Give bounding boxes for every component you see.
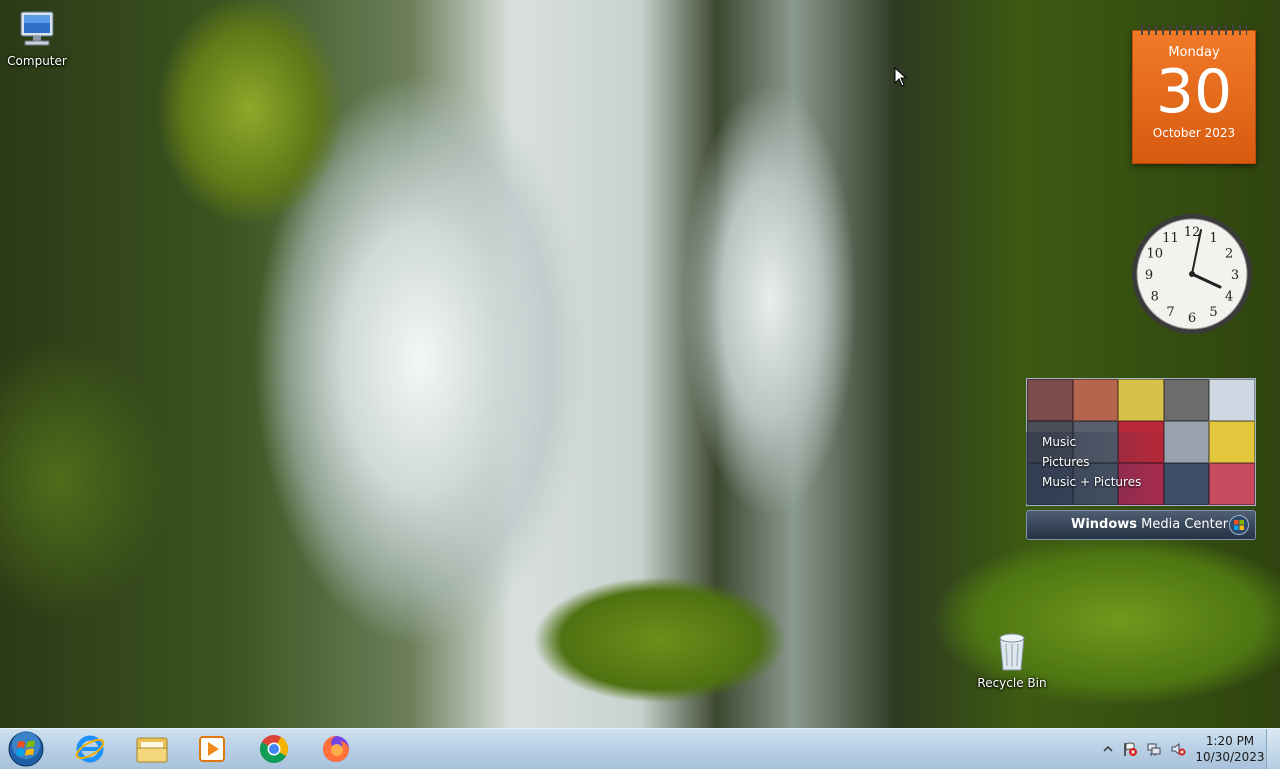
clock-numeral: 5 — [1209, 305, 1217, 320]
media-center-menu: Music Pictures Music + Pictures — [1026, 432, 1166, 504]
clock-numeral: 9 — [1145, 268, 1153, 283]
clock-gadget[interactable]: 12 12 3 45678 9 1011 — [1130, 212, 1254, 336]
show-desktop-button[interactable] — [1266, 729, 1280, 769]
internet-explorer-icon — [75, 735, 105, 763]
windows-logo-icon — [1229, 515, 1249, 535]
clock-numeral: 1 — [1209, 231, 1217, 246]
media-center-title-bold: Windows — [1071, 517, 1138, 532]
clock-numeral: 12 — [1184, 225, 1201, 240]
media-menu-pictures[interactable]: Pictures — [1026, 452, 1166, 472]
windows-start-orb-icon — [8, 731, 44, 767]
clock-numeral: 10 — [1147, 247, 1164, 262]
desktop-icon-computer[interactable]: Computer — [0, 8, 74, 68]
taskbar-date: 10/30/2023 — [1195, 750, 1265, 764]
media-player-icon — [199, 736, 225, 762]
calendar-day: 30 — [1155, 57, 1233, 127]
clock-center — [1189, 271, 1195, 277]
media-center-gadget[interactable]: Music Pictures Music + Pictures Windows … — [1026, 378, 1256, 542]
media-center-title-rest: Media Center — [1137, 517, 1229, 532]
media-tile — [1209, 421, 1255, 463]
media-tile — [1072, 379, 1119, 421]
media-tile — [1118, 379, 1164, 421]
desktop-background: Computer Recycle Bin Monday 30 October 2… — [0, 0, 1280, 728]
taskbar: 1:20 PM 10/30/2023 — [0, 728, 1280, 769]
taskbar-time: 1:20 PM — [1205, 734, 1255, 748]
taskbar-internet-explorer[interactable] — [66, 731, 114, 767]
desktop-icon-label: Recycle Bin — [977, 676, 1047, 690]
media-tile — [1209, 379, 1255, 421]
calendar-month-year: October 2023 — [1152, 126, 1236, 140]
volume-muted-icon[interactable] — [1170, 741, 1186, 757]
clock-numeral: 8 — [1151, 290, 1159, 305]
network-icon[interactable] — [1146, 741, 1162, 757]
media-tile — [1163, 379, 1210, 421]
media-tile — [1163, 421, 1210, 463]
calendar-rings — [1141, 25, 1247, 35]
firefox-icon — [323, 736, 349, 762]
taskbar-windows-explorer[interactable] — [128, 731, 176, 767]
taskbar-clock[interactable]: 1:20 PM 10/30/2023 — [1192, 733, 1268, 765]
media-tile — [1209, 463, 1255, 505]
clock-numeral: 4 — [1225, 290, 1233, 305]
show-hidden-icons-chevron[interactable] — [1100, 741, 1116, 757]
media-center-brand-bar[interactable]: Windows Media Center — [1026, 510, 1256, 540]
action-center-flag-icon[interactable] — [1122, 741, 1138, 757]
taskbar-media-player[interactable] — [188, 731, 236, 767]
folder-explorer-icon — [136, 737, 168, 763]
computer-icon — [20, 11, 54, 46]
mouse-cursor-icon — [894, 67, 908, 87]
clock-numeral: 7 — [1166, 305, 1174, 320]
recycle-bin-icon — [999, 633, 1025, 671]
start-button[interactable] — [6, 730, 46, 768]
taskbar-firefox[interactable] — [312, 731, 360, 767]
media-menu-music-pictures[interactable]: Music + Pictures — [1026, 472, 1166, 492]
clock-numeral: 3 — [1231, 268, 1239, 283]
clock-numeral: 6 — [1188, 311, 1196, 326]
desktop-icon-recycle-bin[interactable]: Recycle Bin — [975, 630, 1049, 690]
clock-numeral: 11 — [1162, 231, 1179, 246]
desktop-icon-label: Computer — [7, 54, 67, 68]
chrome-icon — [260, 735, 288, 763]
taskbar-chrome[interactable] — [250, 731, 298, 767]
media-tile — [1027, 379, 1073, 421]
media-tile — [1163, 463, 1210, 505]
clock-numeral: 2 — [1225, 247, 1233, 262]
media-center-title: Windows Media Center — [1071, 511, 1228, 539]
calendar-gadget[interactable]: Monday 30 October 2023 — [1132, 25, 1256, 164]
media-menu-music[interactable]: Music — [1026, 432, 1166, 452]
